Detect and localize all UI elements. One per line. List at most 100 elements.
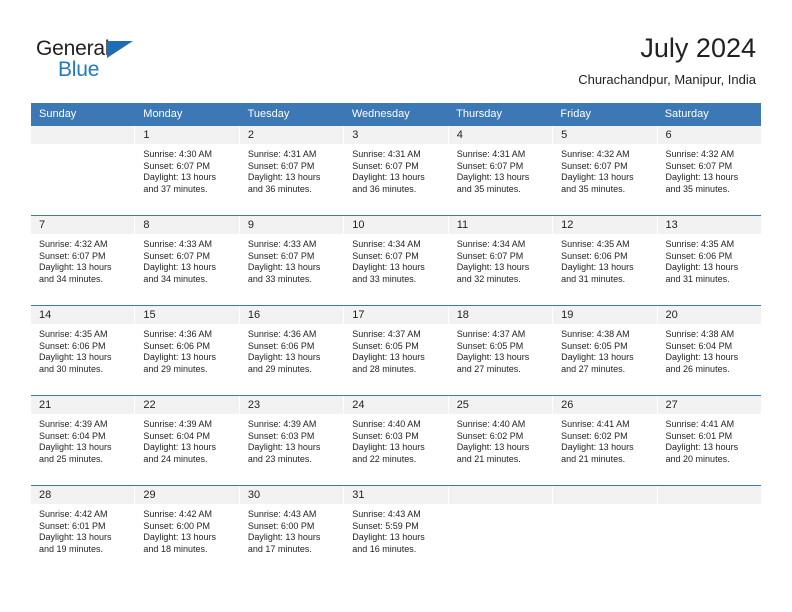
week-row: 28 Sunrise: 4:42 AM Sunset: 6:01 PM Dayl… — [31, 485, 761, 575]
day-number — [31, 126, 135, 144]
day-cell[interactable]: 27 Sunrise: 4:41 AM Sunset: 6:01 PM Dayl… — [657, 396, 761, 485]
day-cell[interactable]: 18 Sunrise: 4:37 AM Sunset: 6:05 PM Dayl… — [448, 306, 554, 395]
daylight-text-line1: Daylight: 13 hours — [665, 352, 739, 363]
day-info: Sunrise: 4:41 AM Sunset: 6:01 PM Dayligh… — [658, 414, 761, 465]
daylight-text-line1: Daylight: 13 hours — [352, 262, 425, 273]
day-cell[interactable]: 12 Sunrise: 4:35 AM Sunset: 6:06 PM Dayl… — [553, 216, 658, 305]
day-cell[interactable]: 24 Sunrise: 4:40 AM Sunset: 6:03 PM Dayl… — [344, 396, 449, 485]
day-cell[interactable]: 19 Sunrise: 4:38 AM Sunset: 6:05 PM Dayl… — [553, 306, 658, 395]
week-row: 7 Sunrise: 4:32 AM Sunset: 6:07 PM Dayli… — [31, 215, 761, 305]
sunset-text: Sunset: 6:07 PM — [561, 160, 628, 171]
sunrise-text: Sunrise: 4:32 AM — [665, 149, 735, 159]
day-cell[interactable] — [657, 486, 761, 575]
day-cell[interactable]: 10 Sunrise: 4:34 AM Sunset: 6:07 PM Dayl… — [344, 216, 449, 305]
daylight-text-line1: Daylight: 13 hours — [665, 172, 739, 183]
day-cell[interactable]: 31 Sunrise: 4:43 AM Sunset: 5:59 PM Dayl… — [344, 486, 449, 575]
sunrise-text: Sunrise: 4:42 AM — [143, 509, 212, 519]
daylight-text-line2: and 21 minutes. — [456, 453, 521, 464]
weekday-header-thursday: Thursday — [456, 108, 502, 120]
sunset-text: Sunset: 6:07 PM — [143, 250, 210, 261]
daylight-text-line2: and 33 minutes. — [352, 273, 417, 284]
calendar-page: General Blue July 2024 Churachandpur, Ma… — [0, 0, 792, 612]
day-cell[interactable]: 16 Sunrise: 4:36 AM Sunset: 6:06 PM Dayl… — [239, 306, 345, 395]
day-cell[interactable]: 20 Sunrise: 4:38 AM Sunset: 6:04 PM Dayl… — [657, 306, 761, 395]
day-info — [449, 504, 552, 509]
sunrise-text: Sunrise: 4:33 AM — [143, 239, 212, 249]
daylight-text-line1: Daylight: 13 hours — [665, 442, 739, 453]
sunrise-text: Sunrise: 4:40 AM — [456, 419, 526, 429]
weekday-header-saturday: Saturday — [664, 108, 709, 120]
daylight-text-line2: and 34 minutes. — [39, 273, 104, 284]
day-number: 3 — [344, 126, 448, 144]
daylight-text-line1: Daylight: 13 hours — [39, 262, 112, 273]
sunset-text: Sunset: 6:03 PM — [247, 430, 315, 441]
day-cell[interactable]: 4 Sunrise: 4:31 AM Sunset: 6:07 PM Dayli… — [448, 126, 554, 215]
daylight-text-line1: Daylight: 13 hours — [39, 352, 112, 363]
sunset-text: Sunset: 6:06 PM — [665, 250, 733, 261]
day-info: Sunrise: 4:42 AM Sunset: 6:00 PM Dayligh… — [135, 504, 238, 555]
day-cell[interactable]: 28 Sunrise: 4:42 AM Sunset: 6:01 PM Dayl… — [31, 486, 136, 575]
day-cell[interactable]: 9 Sunrise: 4:33 AM Sunset: 6:07 PM Dayli… — [239, 216, 345, 305]
day-cell[interactable] — [31, 126, 136, 215]
daylight-text-line2: and 18 minutes. — [143, 543, 208, 554]
week-row: 21 Sunrise: 4:39 AM Sunset: 6:04 PM Dayl… — [31, 395, 761, 485]
day-cell[interactable]: 11 Sunrise: 4:34 AM Sunset: 6:07 PM Dayl… — [448, 216, 554, 305]
sunset-text: Sunset: 6:07 PM — [456, 160, 524, 171]
day-cell[interactable]: 15 Sunrise: 4:36 AM Sunset: 6:06 PM Dayl… — [135, 306, 240, 395]
day-info: Sunrise: 4:39 AM Sunset: 6:04 PM Dayligh… — [135, 414, 238, 465]
day-cell[interactable]: 21 Sunrise: 4:39 AM Sunset: 6:04 PM Dayl… — [31, 396, 136, 485]
day-number: 9 — [239, 216, 344, 234]
day-info — [31, 144, 134, 149]
day-info: Sunrise: 4:31 AM Sunset: 6:07 PM Dayligh… — [344, 144, 447, 195]
day-number: 28 — [31, 486, 135, 504]
daylight-text-line2: and 28 minutes. — [352, 363, 417, 374]
day-cell[interactable]: 7 Sunrise: 4:32 AM Sunset: 6:07 PM Dayli… — [31, 216, 136, 305]
day-info: Sunrise: 4:35 AM Sunset: 6:06 PM Dayligh… — [553, 234, 656, 285]
day-number: 16 — [239, 306, 344, 324]
day-cell[interactable]: 5 Sunrise: 4:32 AM Sunset: 6:07 PM Dayli… — [553, 126, 658, 215]
day-number: 27 — [657, 396, 761, 414]
day-number: 11 — [448, 216, 553, 234]
daylight-text-line2: and 27 minutes. — [561, 363, 626, 374]
day-cell[interactable] — [448, 486, 554, 575]
day-cell[interactable] — [553, 486, 658, 575]
daylight-text-line2: and 22 minutes. — [352, 453, 417, 464]
daylight-text-line1: Daylight: 13 hours — [39, 532, 112, 543]
day-number: 17 — [344, 306, 448, 324]
daylight-text-line1: Daylight: 13 hours — [352, 442, 425, 453]
day-cell[interactable]: 23 Sunrise: 4:39 AM Sunset: 6:03 PM Dayl… — [239, 396, 345, 485]
day-cell[interactable]: 14 Sunrise: 4:35 AM Sunset: 6:06 PM Dayl… — [31, 306, 136, 395]
logo-text-blue: Blue — [58, 58, 100, 81]
sunrise-text: Sunrise: 4:34 AM — [456, 239, 526, 249]
sunrise-text: Sunrise: 4:33 AM — [247, 239, 317, 249]
day-number: 20 — [657, 306, 761, 324]
sunset-text: Sunset: 6:05 PM — [561, 340, 628, 351]
day-cell[interactable]: 30 Sunrise: 4:43 AM Sunset: 6:00 PM Dayl… — [239, 486, 345, 575]
sunrise-text: Sunrise: 4:35 AM — [39, 329, 108, 339]
daylight-text-line2: and 30 minutes. — [39, 363, 104, 374]
day-cell[interactable]: 17 Sunrise: 4:37 AM Sunset: 6:05 PM Dayl… — [344, 306, 449, 395]
day-cell[interactable]: 2 Sunrise: 4:31 AM Sunset: 6:07 PM Dayli… — [239, 126, 345, 215]
general-blue-logo[interactable]: General Blue — [36, 38, 156, 83]
day-cell[interactable]: 1 Sunrise: 4:30 AM Sunset: 6:07 PM Dayli… — [135, 126, 240, 215]
sunrise-text: Sunrise: 4:35 AM — [561, 239, 630, 249]
day-cell[interactable]: 3 Sunrise: 4:31 AM Sunset: 6:07 PM Dayli… — [344, 126, 449, 215]
day-info: Sunrise: 4:39 AM Sunset: 6:04 PM Dayligh… — [31, 414, 134, 465]
day-cell[interactable]: 26 Sunrise: 4:41 AM Sunset: 6:02 PM Dayl… — [553, 396, 658, 485]
calendar-grid: Sunday Monday Tuesday Wednesday Thursday… — [31, 103, 761, 575]
day-cell[interactable]: 22 Sunrise: 4:39 AM Sunset: 6:04 PM Dayl… — [135, 396, 240, 485]
daylight-text-line2: and 26 minutes. — [665, 363, 730, 374]
weekday-header-tuesday: Tuesday — [247, 108, 290, 120]
day-cell[interactable]: 25 Sunrise: 4:40 AM Sunset: 6:02 PM Dayl… — [448, 396, 554, 485]
sunset-text: Sunset: 5:59 PM — [352, 520, 419, 531]
day-info — [553, 504, 656, 509]
weekday-header-monday: Monday — [143, 108, 183, 120]
day-cell[interactable]: 6 Sunrise: 4:32 AM Sunset: 6:07 PM Dayli… — [657, 126, 761, 215]
day-cell[interactable]: 13 Sunrise: 4:35 AM Sunset: 6:06 PM Dayl… — [657, 216, 761, 305]
sunset-text: Sunset: 6:06 PM — [247, 340, 315, 351]
sunrise-text: Sunrise: 4:31 AM — [352, 149, 421, 159]
day-cell[interactable]: 29 Sunrise: 4:42 AM Sunset: 6:00 PM Dayl… — [135, 486, 240, 575]
day-number: 4 — [448, 126, 553, 144]
daylight-text-line1: Daylight: 13 hours — [143, 442, 216, 453]
day-cell[interactable]: 8 Sunrise: 4:33 AM Sunset: 6:07 PM Dayli… — [135, 216, 240, 305]
